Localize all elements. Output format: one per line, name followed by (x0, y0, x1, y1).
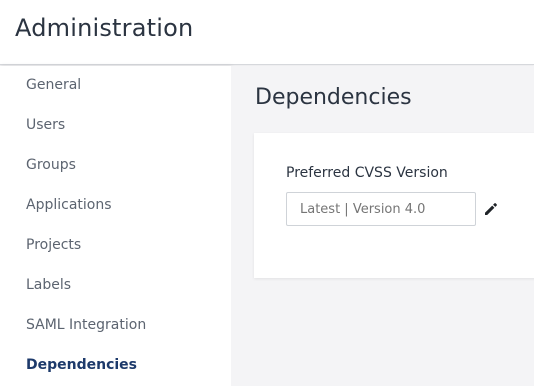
cvss-version-input[interactable] (286, 192, 476, 226)
app-header: Administration (0, 0, 534, 65)
settings-card: Preferred CVSS Version (254, 133, 534, 278)
admin-sidebar: General Users Groups Applications Projec… (0, 66, 231, 386)
page-header-title: Administration (15, 14, 194, 42)
sidebar-item-applications[interactable]: Applications (26, 193, 112, 217)
pencil-icon[interactable] (483, 201, 499, 217)
sidebar-item-projects[interactable]: Projects (26, 233, 81, 257)
sidebar-item-saml-integration[interactable]: SAML Integration (26, 313, 146, 337)
sidebar-item-groups[interactable]: Groups (26, 153, 76, 177)
sidebar-item-labels[interactable]: Labels (26, 273, 71, 297)
main-content: Dependencies Preferred CVSS Version (231, 66, 534, 386)
sidebar-item-users[interactable]: Users (26, 113, 65, 137)
page-title: Dependencies (255, 85, 412, 110)
sidebar-item-general[interactable]: General (26, 73, 81, 97)
sidebar-item-dependencies[interactable]: Dependencies (26, 353, 137, 377)
cvss-version-label: Preferred CVSS Version (286, 165, 448, 181)
